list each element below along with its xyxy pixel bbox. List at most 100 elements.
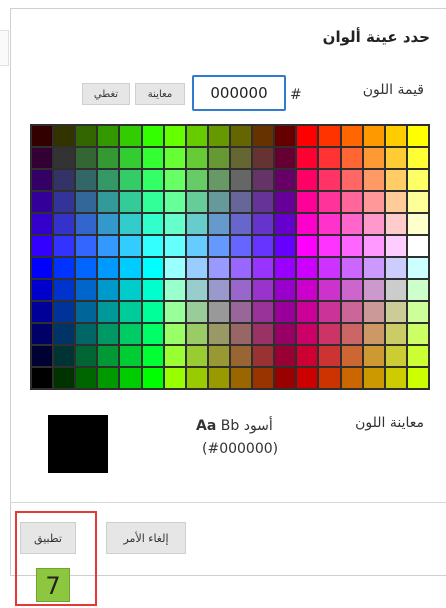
color-swatch-cell[interactable] — [275, 368, 296, 388]
color-swatch-cell[interactable] — [363, 192, 384, 212]
color-swatch-cell[interactable] — [253, 126, 274, 146]
color-swatch-cell[interactable] — [98, 368, 119, 388]
color-swatch-cell[interactable] — [54, 192, 75, 212]
color-swatch-cell[interactable] — [297, 126, 318, 146]
color-swatch-cell[interactable] — [363, 214, 384, 234]
color-swatch-cell[interactable] — [54, 346, 75, 366]
color-swatch-cell[interactable] — [98, 302, 119, 322]
color-swatch-cell[interactable] — [407, 324, 428, 344]
color-swatch-cell[interactable] — [407, 368, 428, 388]
color-swatch-cell[interactable] — [98, 258, 119, 278]
color-palette-grid[interactable] — [30, 124, 430, 390]
color-swatch-cell[interactable] — [142, 280, 163, 300]
color-swatch-cell[interactable] — [98, 346, 119, 366]
color-swatch-cell[interactable] — [407, 280, 428, 300]
color-swatch-cell[interactable] — [164, 236, 185, 256]
color-swatch-cell[interactable] — [363, 324, 384, 344]
color-swatch-cell[interactable] — [208, 170, 229, 190]
color-swatch-cell[interactable] — [32, 258, 53, 278]
color-swatch-cell[interactable] — [186, 126, 207, 146]
color-swatch-cell[interactable] — [98, 236, 119, 256]
color-swatch-cell[interactable] — [275, 258, 296, 278]
color-swatch-cell[interactable] — [120, 280, 141, 300]
color-swatch-cell[interactable] — [142, 192, 163, 212]
color-swatch-cell[interactable] — [253, 192, 274, 212]
color-swatch-cell[interactable] — [208, 148, 229, 168]
color-swatch-cell[interactable] — [164, 170, 185, 190]
color-swatch-cell[interactable] — [142, 368, 163, 388]
color-swatch-cell[interactable] — [363, 368, 384, 388]
color-swatch-cell[interactable] — [385, 258, 406, 278]
color-swatch-cell[interactable] — [319, 346, 340, 366]
cover-button[interactable]: تغطي — [82, 83, 130, 105]
color-swatch-cell[interactable] — [253, 148, 274, 168]
color-swatch-cell[interactable] — [341, 170, 362, 190]
color-swatch-cell[interactable] — [164, 214, 185, 234]
color-swatch-cell[interactable] — [186, 148, 207, 168]
color-swatch-cell[interactable] — [76, 236, 97, 256]
color-swatch-cell[interactable] — [275, 192, 296, 212]
color-swatch-cell[interactable] — [341, 214, 362, 234]
color-swatch-cell[interactable] — [142, 236, 163, 256]
color-swatch-cell[interactable] — [98, 126, 119, 146]
color-swatch-cell[interactable] — [120, 302, 141, 322]
color-swatch-cell[interactable] — [32, 170, 53, 190]
color-swatch-cell[interactable] — [208, 192, 229, 212]
color-swatch-cell[interactable] — [341, 126, 362, 146]
color-swatch-cell[interactable] — [54, 324, 75, 344]
color-swatch-cell[interactable] — [341, 236, 362, 256]
color-swatch-cell[interactable] — [142, 302, 163, 322]
color-swatch-cell[interactable] — [32, 368, 53, 388]
preview-button[interactable]: معاينة — [135, 83, 185, 105]
color-swatch-cell[interactable] — [385, 170, 406, 190]
color-swatch-cell[interactable] — [297, 258, 318, 278]
color-swatch-cell[interactable] — [76, 126, 97, 146]
color-swatch-cell[interactable] — [208, 280, 229, 300]
color-swatch-cell[interactable] — [164, 324, 185, 344]
color-swatch-cell[interactable] — [253, 346, 274, 366]
color-swatch-cell[interactable] — [297, 214, 318, 234]
color-swatch-cell[interactable] — [319, 148, 340, 168]
color-swatch-cell[interactable] — [186, 214, 207, 234]
color-swatch-cell[interactable] — [142, 126, 163, 146]
color-swatch-cell[interactable] — [54, 368, 75, 388]
color-swatch-cell[interactable] — [186, 302, 207, 322]
color-swatch-cell[interactable] — [407, 346, 428, 366]
color-swatch-cell[interactable] — [98, 324, 119, 344]
color-swatch-cell[interactable] — [253, 280, 274, 300]
color-swatch-cell[interactable] — [164, 346, 185, 366]
color-swatch-cell[interactable] — [54, 148, 75, 168]
color-swatch-cell[interactable] — [297, 170, 318, 190]
color-swatch-cell[interactable] — [230, 346, 252, 366]
color-swatch-cell[interactable] — [230, 236, 252, 256]
color-swatch-cell[interactable] — [297, 346, 318, 366]
color-swatch-cell[interactable] — [76, 170, 97, 190]
color-swatch-cell[interactable] — [319, 258, 340, 278]
color-swatch-cell[interactable] — [98, 170, 119, 190]
color-swatch-cell[interactable] — [230, 192, 252, 212]
color-swatch-cell[interactable] — [208, 258, 229, 278]
color-swatch-cell[interactable] — [120, 368, 141, 388]
color-swatch-cell[interactable] — [54, 280, 75, 300]
color-swatch-cell[interactable] — [297, 324, 318, 344]
color-swatch-cell[interactable] — [32, 280, 53, 300]
cancel-button[interactable]: إلغاء الأمر — [106, 522, 186, 554]
color-swatch-cell[interactable] — [54, 170, 75, 190]
color-swatch-cell[interactable] — [98, 280, 119, 300]
color-swatch-cell[interactable] — [275, 126, 296, 146]
color-swatch-cell[interactable] — [385, 346, 406, 366]
color-swatch-cell[interactable] — [297, 368, 318, 388]
color-swatch-cell[interactable] — [341, 280, 362, 300]
color-swatch-cell[interactable] — [363, 302, 384, 322]
color-swatch-cell[interactable] — [385, 236, 406, 256]
color-swatch-cell[interactable] — [186, 236, 207, 256]
color-swatch-cell[interactable] — [54, 236, 75, 256]
color-swatch-cell[interactable] — [230, 126, 252, 146]
color-swatch-cell[interactable] — [164, 192, 185, 212]
color-swatch-cell[interactable] — [54, 126, 75, 146]
color-swatch-cell[interactable] — [76, 148, 97, 168]
color-swatch-cell[interactable] — [230, 324, 252, 344]
color-swatch-cell[interactable] — [253, 302, 274, 322]
color-swatch-cell[interactable] — [120, 192, 141, 212]
color-swatch-cell[interactable] — [407, 170, 428, 190]
